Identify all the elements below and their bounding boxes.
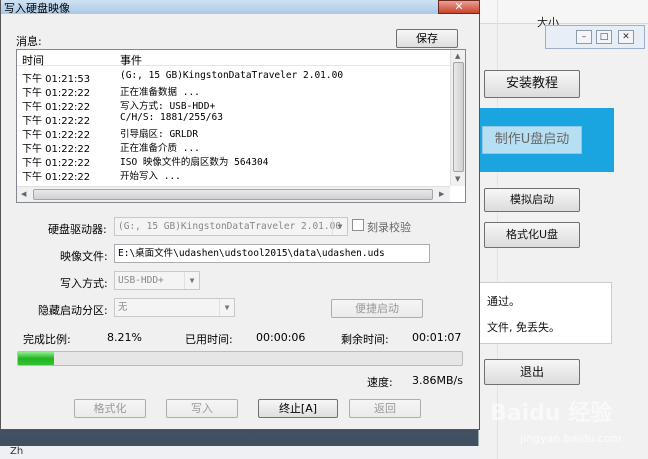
verify-label: 刻录校验 (367, 221, 411, 234)
progress-label: 完成比例: (23, 333, 71, 346)
close-icon[interactable]: ✕ (618, 30, 634, 44)
dialog-close-button[interactable]: ✕ (438, 0, 480, 14)
quick-boot-button[interactable]: 便捷启动 (331, 299, 423, 318)
elapsed-value: 00:00:06 (256, 331, 306, 344)
scroll-down-icon[interactable]: ▼ (455, 175, 460, 183)
log-column-time: 时间 (22, 54, 44, 67)
dialog-title: 写入硬盘映像 (4, 2, 70, 15)
back-button[interactable]: 返回 (349, 399, 421, 418)
drive-select[interactable]: (G:, 15 GB)KingstonDataTraveler 2.01.00 … (114, 217, 348, 236)
install-tutorial-button[interactable]: 安装教程 (484, 70, 580, 98)
write-mode-label: 写入方式: (60, 277, 108, 290)
log-horizontal-scroll-thumb[interactable] (33, 189, 433, 200)
scroll-left-icon[interactable]: ◀ (21, 190, 26, 198)
exit-button[interactable]: 退出 (484, 359, 580, 385)
hidden-partition-value: 无 (118, 302, 128, 313)
log-row: 下午 01:22:22 ISO 映像文件的扇区数为 564304 (22, 157, 269, 169)
write-mode-value: USB-HDD+ (118, 275, 164, 286)
write-button[interactable]: 写入 (166, 399, 238, 418)
image-file-input[interactable]: E:\桌面文件\udashen\udstool2015\data\udashen… (114, 244, 430, 263)
log-vertical-scrollbar[interactable]: ▲ ▼ (450, 50, 465, 186)
info-text-1: 通过。 (487, 295, 520, 308)
taskbar-text: Zh (10, 446, 24, 457)
tool-window-titlebar: – □ ✕ (545, 25, 645, 49)
format-usb-button[interactable]: 格式化U盘 (484, 222, 580, 248)
log-header: 时间 事件 (17, 50, 450, 67)
baidu-watermark-logo: Baidu 经验 (490, 401, 613, 426)
write-mode-select[interactable]: USB-HDD+ ▼ (114, 271, 200, 290)
save-button[interactable]: 保存 (396, 29, 458, 48)
progress-bar-fill (18, 352, 54, 365)
chevron-down-icon: ▼ (332, 218, 347, 235)
scroll-up-icon[interactable]: ▲ (455, 52, 460, 60)
log-row: 下午 01:22:22 正在准备数据 ... (22, 87, 200, 99)
background-list-header: 大小 (479, 0, 648, 29)
make-usb-button[interactable]: 制作U盘启动 (482, 126, 582, 154)
log-row: 下午 01:22:22 C/H/S: 1881/255/63 (22, 112, 223, 127)
info-text-2: 文件, 免丢失。 (487, 321, 560, 334)
remaining-value: 00:01:07 (412, 331, 462, 344)
info-panel: 通过。 文件, 免丢失。 (472, 282, 612, 344)
speed-value: 3.86MB/s (412, 374, 463, 387)
log-vertical-scroll-thumb[interactable] (453, 62, 464, 172)
log-row: 下午 01:22:22 开始写入 ... (22, 171, 181, 183)
taskbar: Zh (0, 446, 480, 459)
progress-bar (17, 351, 463, 366)
log-column-event: 事件 (120, 54, 142, 67)
drive-value: (G:, 15 GB)KingstonDataTraveler 2.01.00 (118, 221, 342, 232)
maximize-icon[interactable]: □ (596, 30, 612, 44)
hidden-partition-select[interactable]: 无 ▼ (114, 298, 235, 317)
write-disk-image-dialog: 写入硬盘映像 ✕ 消息: 保存 时间 事件 下午 01:21:53 (G:, 15… (0, 0, 480, 430)
hidden-partition-label: 隐藏启动分区: (38, 304, 108, 317)
log-row: 下午 01:22:22 引导扇区: GRLDR (22, 129, 199, 141)
image-file-value: E:\桌面文件\udashen\udstool2015\data\udashen… (118, 248, 385, 259)
verify-checkbox[interactable] (352, 219, 364, 231)
speed-label: 速度: (367, 376, 393, 389)
baidu-watermark-url: jingyan.baidu.com (520, 432, 622, 445)
simulate-boot-button[interactable]: 模拟启动 (484, 188, 580, 212)
dialog-titlebar: 写入硬盘映像 ✕ (1, 0, 480, 15)
progress-percent: 8.21% (107, 331, 142, 344)
messages-label: 消息: (16, 35, 42, 48)
make-usb-panel: 制作U盘启动 (478, 108, 614, 172)
log-row: 下午 01:22:22 写入方式: USB-HDD+ (22, 101, 216, 113)
message-log[interactable]: 时间 事件 下午 01:21:53 (G:, 15 GB)KingstonData… (16, 49, 466, 203)
chevron-down-icon: ▼ (184, 272, 199, 289)
minimize-icon[interactable]: – (576, 30, 592, 44)
image-file-label: 映像文件: (60, 250, 108, 263)
drive-label: 硬盘驱动器: (48, 223, 107, 236)
log-horizontal-scrollbar[interactable]: ◀ ▶ (17, 186, 450, 202)
format-button[interactable]: 格式化 (74, 399, 146, 418)
log-row: 下午 01:21:53 (G:, 15 GB)KingstonDataTravel… (22, 70, 344, 85)
log-row: 下午 01:22:22 正在准备介质 ... (22, 143, 200, 155)
elapsed-label: 已用时间: (185, 333, 233, 346)
remaining-label: 剩余时间: (341, 333, 389, 346)
chevron-down-icon: ▼ (219, 299, 234, 316)
scroll-right-icon[interactable]: ▶ (439, 190, 444, 198)
stop-button[interactable]: 终止[A] (258, 399, 338, 418)
